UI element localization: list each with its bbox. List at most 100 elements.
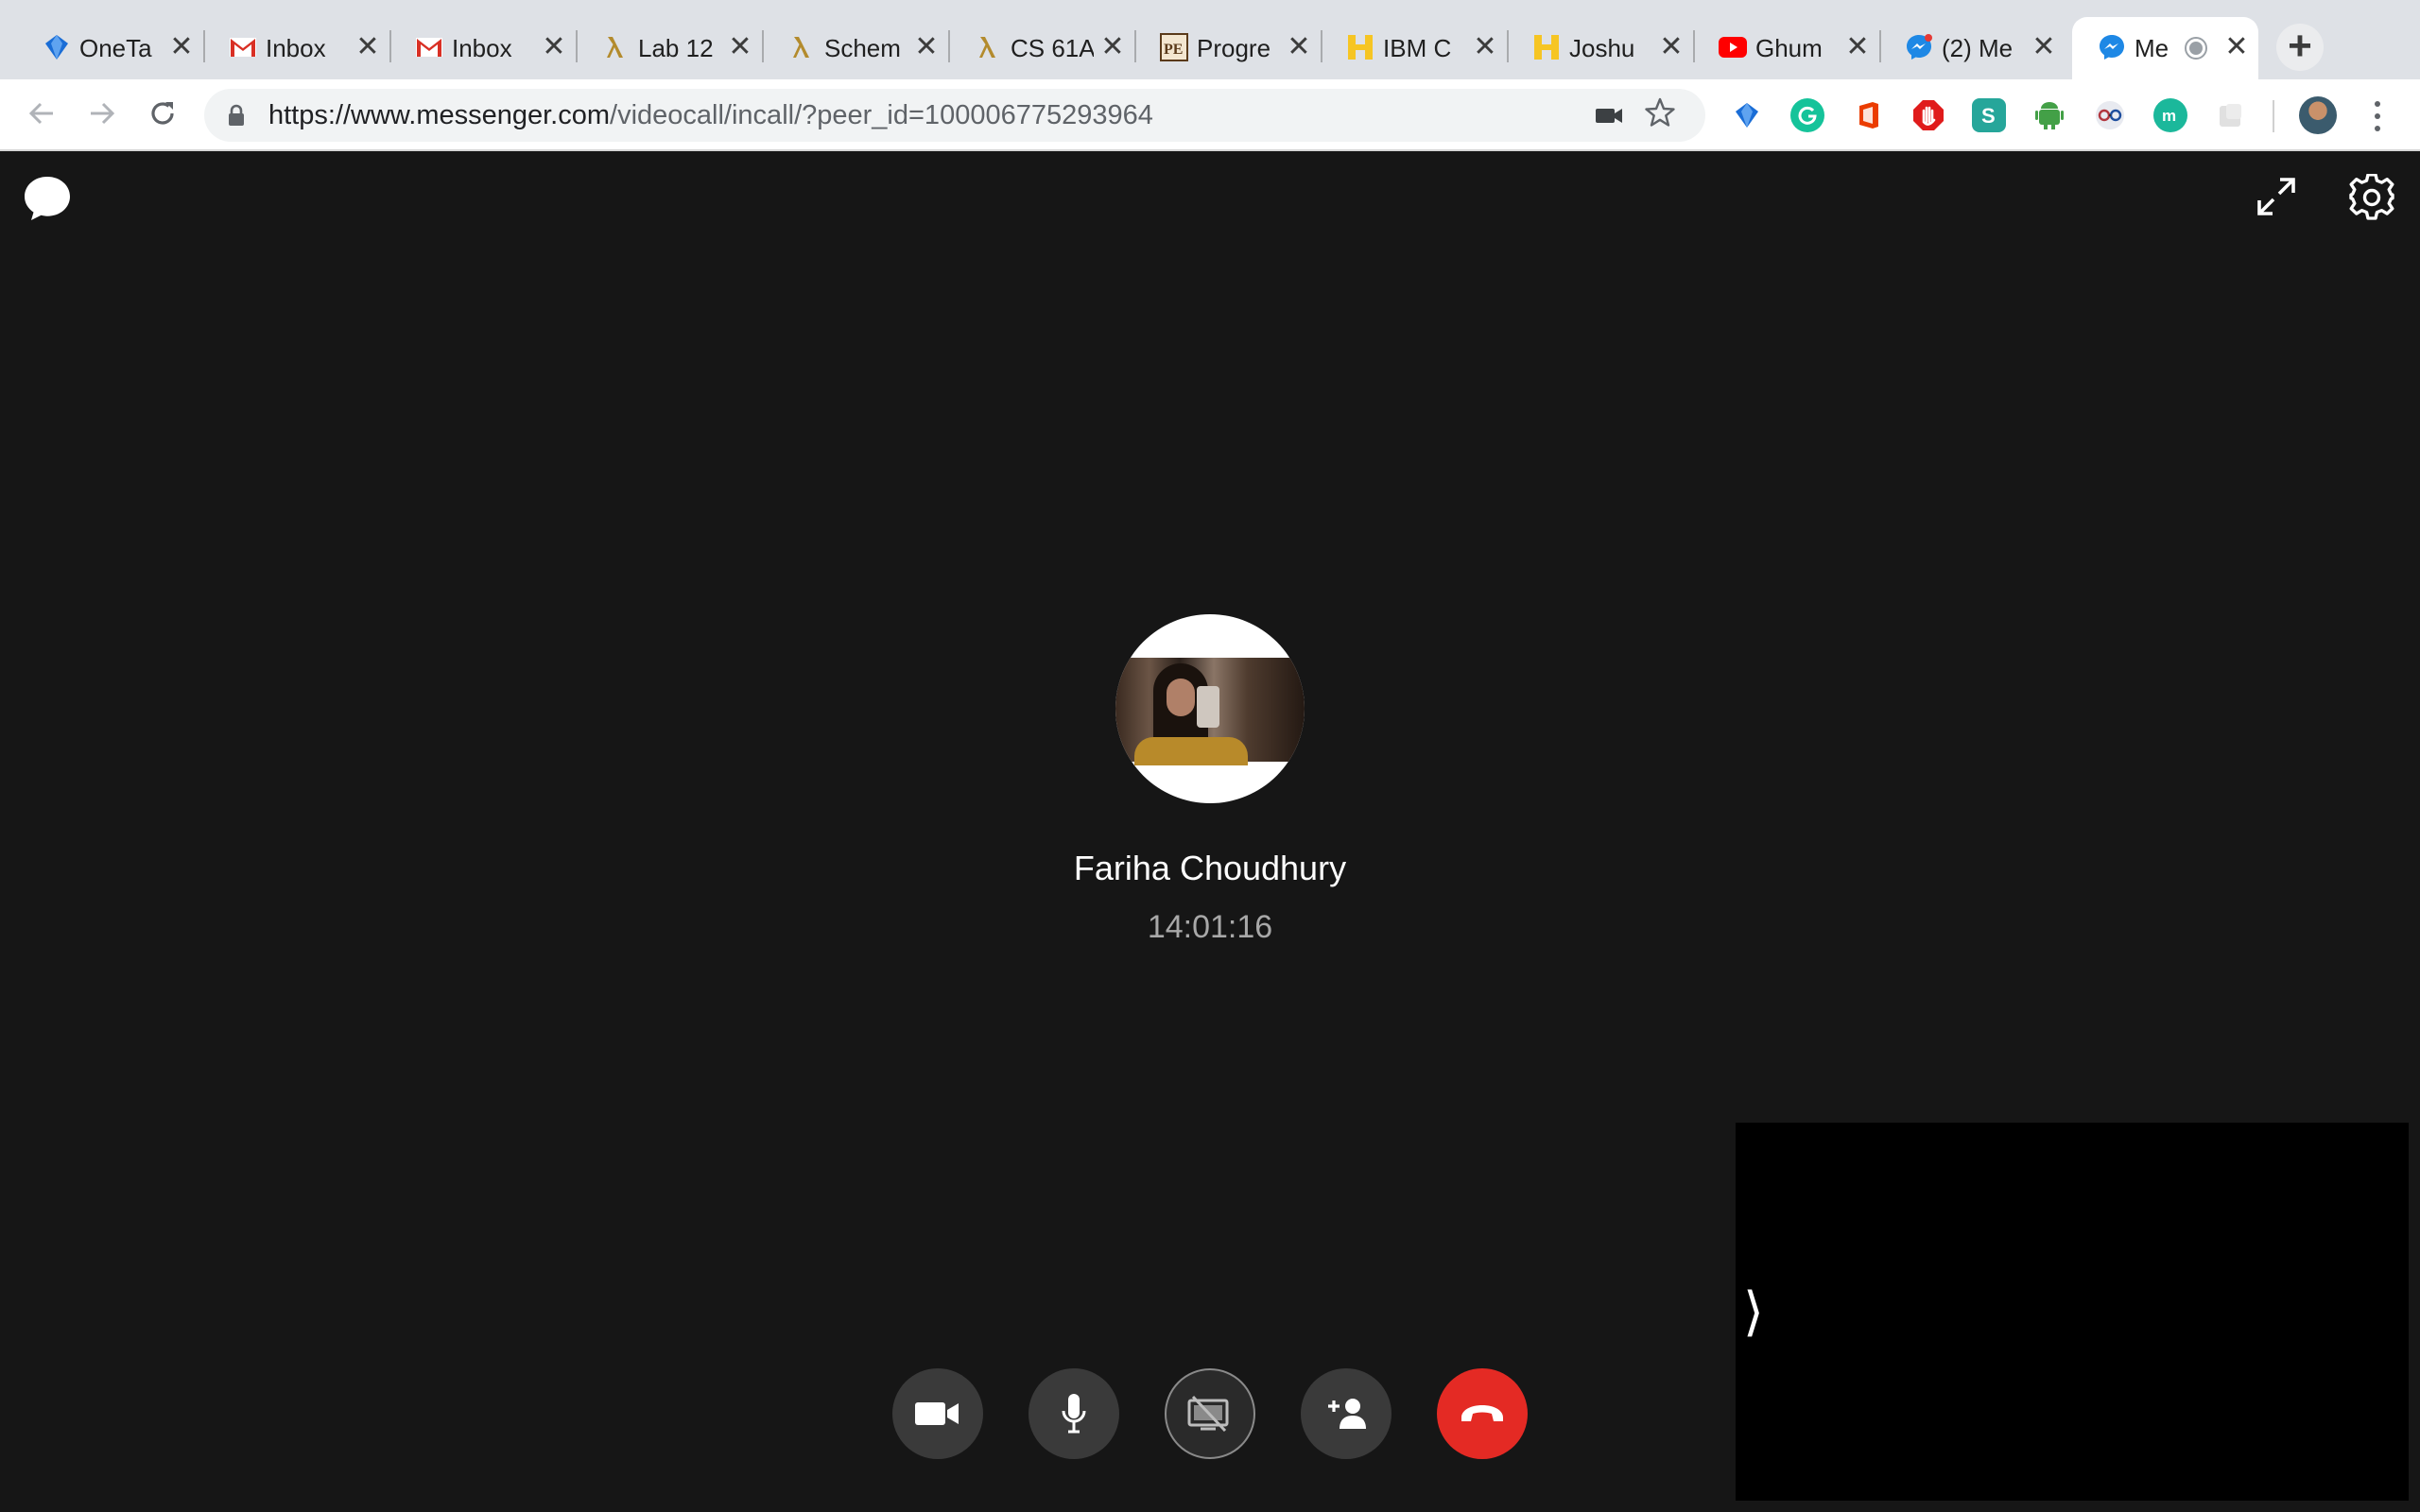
tab-strip: OneTa ✕ Inbox ✕ Inbox ✕ Lab 12 ✕ Schem ✕: [0, 0, 2420, 79]
forward-button[interactable]: [83, 96, 121, 134]
browser-tab[interactable]: Joshu ✕: [1507, 17, 1693, 79]
tab-separator: [762, 30, 764, 62]
camera-toggle-button[interactable]: [892, 1368, 983, 1459]
tab-close-icon[interactable]: ✕: [1099, 33, 1126, 61]
call-timer: 14:01:16: [1147, 909, 1273, 945]
tab-title: Schem: [824, 34, 901, 62]
peer-avatar: [1115, 614, 1305, 803]
pe-icon: PE: [1159, 32, 1189, 62]
tab-title: CS 61A: [1011, 34, 1094, 62]
url-host: https://www.messenger.com: [268, 100, 611, 130]
grammarly-extension-icon[interactable]: [1790, 98, 1824, 132]
svg-text:m: m: [2162, 107, 2176, 125]
camera-in-use-icon[interactable]: [1594, 102, 1624, 129]
youtube-icon: [1718, 32, 1748, 62]
browser-menu-icon[interactable]: [2363, 98, 2392, 134]
profile-avatar[interactable]: [2299, 96, 2337, 134]
tab-close-icon[interactable]: ✕: [168, 33, 195, 61]
tab-close-icon[interactable]: ✕: [354, 33, 381, 61]
tab-separator: [1879, 30, 1881, 62]
browser-tab-active[interactable]: Me ✕: [2072, 17, 2258, 79]
screen-share-button[interactable]: [1165, 1368, 1255, 1459]
toolbar-divider: [2273, 100, 2274, 132]
tab-close-icon[interactable]: ✕: [2031, 33, 2057, 61]
browser-tab[interactable]: Inbox ✕: [389, 17, 576, 79]
adblock-extension-icon[interactable]: [1911, 98, 1945, 132]
tab-separator: [948, 30, 950, 62]
back-arrow-icon: [28, 102, 53, 125]
screen-share-off-icon: [1187, 1395, 1229, 1433]
url-path: /videocall/incall/?peer_id=1000067752939…: [610, 100, 1153, 130]
tab-close-icon[interactable]: ✕: [541, 33, 567, 61]
tab-title: Lab 12: [638, 34, 714, 62]
gmail-icon: [414, 32, 444, 62]
tab-title: IBM C: [1383, 34, 1452, 62]
tab-separator: [203, 30, 205, 62]
messenger-icon: [1904, 32, 1934, 62]
new-tab-button[interactable]: +: [2276, 24, 2324, 71]
android-extension-icon[interactable]: [2032, 98, 2066, 132]
svg-text:PE: PE: [1164, 42, 1183, 58]
fullscreen-expand-icon[interactable]: [2256, 176, 2297, 217]
browser-tab[interactable]: PE Progre ✕: [1134, 17, 1321, 79]
tab-title: Progre: [1197, 34, 1271, 62]
lock-icon: [227, 104, 246, 127]
placeholder-extension-icon[interactable]: [2214, 98, 2248, 132]
tab-close-icon[interactable]: ✕: [1844, 33, 1871, 61]
tab-close-icon[interactable]: ✕: [1286, 33, 1312, 61]
tab-close-icon[interactable]: ✕: [727, 33, 753, 61]
bookmark-star-icon[interactable]: [1643, 96, 1677, 130]
url-text[interactable]: https://www.messenger.com/videocall/inca…: [268, 101, 1153, 129]
messenger-icon: [2097, 32, 2127, 62]
browser-tab[interactable]: Lab 12 ✕: [576, 17, 762, 79]
tab-title: Inbox: [266, 34, 326, 62]
recording-indicator-icon: [2184, 36, 2208, 60]
browser-tab[interactable]: Ghum ✕: [1693, 17, 1879, 79]
video-camera-icon: [915, 1402, 959, 1425]
browser-tab[interactable]: CS 61A ✕: [948, 17, 1134, 79]
tab-title: OneTa: [79, 34, 152, 62]
chat-bubble-icon[interactable]: [21, 174, 74, 223]
lambda-icon: [600, 32, 631, 62]
onetab-extension-icon[interactable]: [1730, 98, 1764, 132]
tab-separator: [576, 30, 578, 62]
reload-button[interactable]: [144, 96, 182, 134]
tab-title: Ghum: [1755, 34, 1823, 62]
tab-close-icon[interactable]: ✕: [1658, 33, 1685, 61]
svg-text:S: S: [1981, 104, 1996, 128]
add-person-button[interactable]: [1301, 1368, 1392, 1459]
browser-tab[interactable]: Inbox ✕: [203, 17, 389, 79]
browser-toolbar: https://www.messenger.com/videocall/inca…: [0, 79, 2420, 151]
office-extension-icon[interactable]: [1851, 98, 1885, 132]
browser-tab[interactable]: IBM C ✕: [1321, 17, 1507, 79]
tab-close-icon[interactable]: ✕: [1472, 33, 1498, 61]
address-bar[interactable]: https://www.messenger.com/videocall/inca…: [204, 89, 1705, 142]
browser-tab[interactable]: OneTa ✕: [17, 17, 203, 79]
onetab-icon: [42, 32, 72, 62]
peer-photo: [1115, 658, 1305, 765]
peer-name: Fariha Choudhury: [1073, 849, 1347, 887]
s-extension-icon[interactable]: S: [1972, 98, 2006, 132]
settings-gear-icon[interactable]: [2348, 173, 2395, 221]
forward-arrow-icon: [91, 102, 115, 125]
self-view-collapse-toggle[interactable]: ⟩: [1743, 1283, 1764, 1340]
browser-tab[interactable]: (2) Me ✕: [1879, 17, 2066, 79]
video-call-view: Fariha Choudhury 14:01:16 ⟩: [0, 151, 2420, 1512]
hang-up-icon: [1461, 1405, 1503, 1421]
tab-separator: [1507, 30, 1509, 62]
tab-title: Joshu: [1569, 34, 1635, 62]
reload-icon: [151, 102, 174, 125]
browser-tab[interactable]: Schem ✕: [762, 17, 948, 79]
end-call-button[interactable]: [1437, 1368, 1528, 1459]
tab-close-icon[interactable]: ✕: [2223, 33, 2250, 61]
reader-extension-icon[interactable]: [2093, 98, 2127, 132]
microphone-icon: [1062, 1394, 1086, 1434]
self-view-panel[interactable]: ⟩: [1736, 1123, 2409, 1501]
microphone-toggle-button[interactable]: [1028, 1368, 1119, 1459]
back-button[interactable]: [23, 96, 60, 134]
m-extension-icon[interactable]: m: [2153, 98, 2187, 132]
tab-separator: [1693, 30, 1695, 62]
handshake-icon: [1345, 32, 1375, 62]
handshake-icon: [1531, 32, 1562, 62]
tab-close-icon[interactable]: ✕: [913, 33, 940, 61]
